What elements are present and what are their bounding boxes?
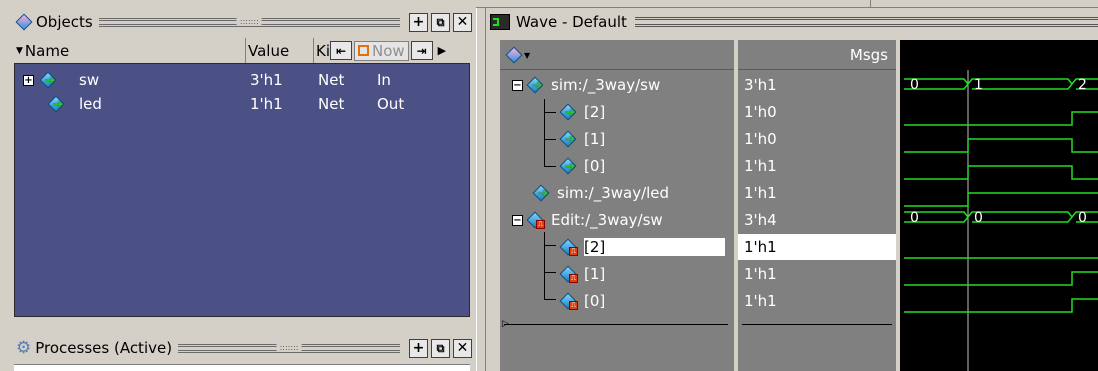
bus-label: 2 bbox=[1078, 77, 1087, 93]
wave-sim-led bbox=[904, 192, 1098, 207]
scroll-right-icon[interactable]: ▶ bbox=[438, 44, 446, 57]
close-button[interactable]: ✕ bbox=[453, 338, 472, 358]
insertion-line bbox=[504, 324, 728, 325]
stop-icon bbox=[358, 45, 369, 56]
wave-sim-1 bbox=[904, 138, 1098, 153]
wave-names-column: ▼ − ➔ sim:/_3way/sw ➔ [2] ➔ [1] ➔ [0] ➔ bbox=[500, 40, 734, 371]
objects-titlebar[interactable]: Objects ::::::: + ⧉ ✕ bbox=[12, 10, 472, 34]
wave-sim-0 bbox=[904, 165, 1098, 180]
wave-value: 1'h1 bbox=[744, 265, 777, 283]
edit-signal-icon: ⎍ bbox=[559, 265, 578, 283]
titlebar-grip[interactable] bbox=[634, 17, 1098, 27]
wave-row[interactable]: ➔ [1] bbox=[500, 126, 734, 152]
expand-plus-icon[interactable]: + bbox=[23, 74, 34, 86]
add-signal-icon[interactable]: ▼ bbox=[505, 46, 531, 64]
wave-row[interactable]: ⎍ [1] bbox=[500, 261, 734, 287]
list-item[interactable]: ➔ led 1'h1 Net Out bbox=[23, 92, 463, 116]
objects-list: + ➔ sw 3'h1 Net In ➔ led 1'h1 Net Out bbox=[14, 63, 470, 317]
gear-icon: ⚙ bbox=[16, 338, 32, 358]
step-forward-icon[interactable]: ⇥ bbox=[410, 41, 433, 60]
wave-titlebar[interactable]: Wave - Default bbox=[486, 10, 1098, 34]
now-control[interactable]: Now bbox=[354, 40, 409, 61]
wave-value: 1'h1 bbox=[744, 184, 777, 202]
wave-value: 1'h1 bbox=[744, 157, 777, 175]
sim-signal-icon: ➔ bbox=[559, 157, 577, 175]
insertion-marker-icon: ▷ bbox=[502, 319, 509, 329]
waveform-canvas[interactable]: 0 1 2 0 0 0 bbox=[900, 40, 1098, 371]
bus-label: 0 bbox=[910, 210, 919, 226]
bus-edit-sw bbox=[904, 211, 1098, 223]
objects-pane: Objects ::::::: + ⧉ ✕ ▼ Name Value Ki ⇤ … bbox=[0, 0, 476, 326]
wave-value-selected: 1'h1 bbox=[738, 234, 896, 260]
edit-signal-icon: ⎍ bbox=[559, 292, 578, 310]
wave-row-selected[interactable]: ⎍ [2] bbox=[500, 234, 734, 260]
titlebar-grip[interactable]: ::::::: bbox=[178, 342, 400, 353]
list-item[interactable]: + ➔ sw 3'h1 Net In bbox=[23, 68, 463, 92]
collapse-minus-icon[interactable]: − bbox=[512, 214, 523, 226]
processes-title: Processes (Active) bbox=[35, 339, 173, 357]
wave-row[interactable]: − ➔ sim:/_3way/sw bbox=[500, 72, 734, 98]
pane-splitter[interactable] bbox=[476, 0, 486, 371]
wave-value: 3'h1 bbox=[744, 76, 777, 94]
wave-value: 1'h1 bbox=[744, 292, 777, 310]
wave-value: 1'h0 bbox=[744, 130, 777, 148]
sim-signal-icon: ➔ bbox=[559, 130, 577, 148]
edit-signal-icon: ⎍ bbox=[526, 211, 545, 229]
msgs-header: Msgs bbox=[738, 40, 896, 70]
window-top-divider bbox=[870, 0, 871, 8]
sim-signal-icon: ➔ bbox=[526, 76, 544, 94]
undock-button[interactable]: ⧉ bbox=[431, 338, 450, 358]
step-back-icon[interactable]: ⇤ bbox=[330, 41, 352, 60]
wave-title: Wave - Default bbox=[516, 13, 627, 31]
dock-plus-button[interactable]: + bbox=[409, 12, 428, 32]
time-toolbar: ⇤ Now ⇥ ▶ bbox=[330, 38, 470, 63]
wave-row[interactable]: ➔ sim:/_3way/led bbox=[500, 180, 734, 206]
wave-window-icon bbox=[490, 14, 510, 30]
bus-sim-sw bbox=[904, 78, 1098, 90]
bus-label: 1 bbox=[974, 77, 983, 93]
processes-column-header bbox=[14, 364, 470, 371]
close-button[interactable]: ✕ bbox=[453, 12, 472, 32]
chevron-down-icon: ▼ bbox=[524, 50, 531, 60]
net-output-icon: ➔ bbox=[47, 95, 65, 113]
insertion-line bbox=[742, 324, 892, 325]
wave-row[interactable]: − ⎍ Edit:/_3way/sw bbox=[500, 207, 734, 233]
name-column-header[interactable]: ▼ Name bbox=[14, 38, 246, 63]
wave-edit-0 bbox=[904, 298, 1098, 313]
bus-label: 0 bbox=[974, 210, 983, 226]
wave-row[interactable]: ➔ [2] bbox=[500, 99, 734, 125]
bus-label: 0 bbox=[1078, 210, 1087, 226]
wave-row[interactable]: ⎍ [0] bbox=[500, 288, 734, 314]
objects-title: Objects bbox=[36, 13, 93, 31]
wave-values-column: Msgs 3'h1 1'h0 1'h0 1'h1 1'h1 3'h4 1'h1 … bbox=[738, 40, 896, 371]
objects-column-header: ▼ Name Value Ki ⇤ Now ⇥ ▶ bbox=[14, 38, 470, 64]
wave-row[interactable]: ➔ [0] bbox=[500, 153, 734, 179]
sim-signal-icon: ➔ bbox=[532, 184, 550, 202]
undock-button[interactable]: ⧉ bbox=[431, 12, 450, 32]
net-input-icon: ➔ bbox=[39, 71, 57, 89]
wave-value: 1'h0 bbox=[744, 103, 777, 121]
wave-edit-1 bbox=[904, 271, 1098, 286]
value-column-header[interactable]: Value bbox=[246, 38, 314, 63]
window-top-strip bbox=[476, 0, 1098, 8]
objects-icon bbox=[15, 13, 33, 31]
processes-titlebar[interactable]: ⚙ Processes (Active) ::::::: + ⧉ ✕ bbox=[12, 336, 472, 360]
wave-pane: Wave - Default ▼ − ➔ sim:/_3way/sw ➔ [2]… bbox=[486, 10, 1098, 371]
dock-plus-button[interactable]: + bbox=[409, 338, 428, 358]
names-header: ▼ bbox=[500, 40, 734, 70]
sim-signal-icon: ➔ bbox=[559, 103, 577, 121]
edit-signal-icon: ⎍ bbox=[559, 238, 578, 256]
sort-down-icon: ▼ bbox=[16, 45, 23, 56]
titlebar-grip[interactable]: ::::::: bbox=[98, 16, 400, 27]
kind-column-header[interactable]: Ki bbox=[314, 38, 330, 63]
collapse-minus-icon[interactable]: − bbox=[512, 79, 523, 91]
waveform-area[interactable]: 0 1 2 0 0 0 bbox=[900, 40, 1098, 371]
wave-sim-2 bbox=[904, 111, 1098, 126]
bus-label: 0 bbox=[910, 77, 919, 93]
wave-value: 3'h4 bbox=[744, 211, 777, 229]
